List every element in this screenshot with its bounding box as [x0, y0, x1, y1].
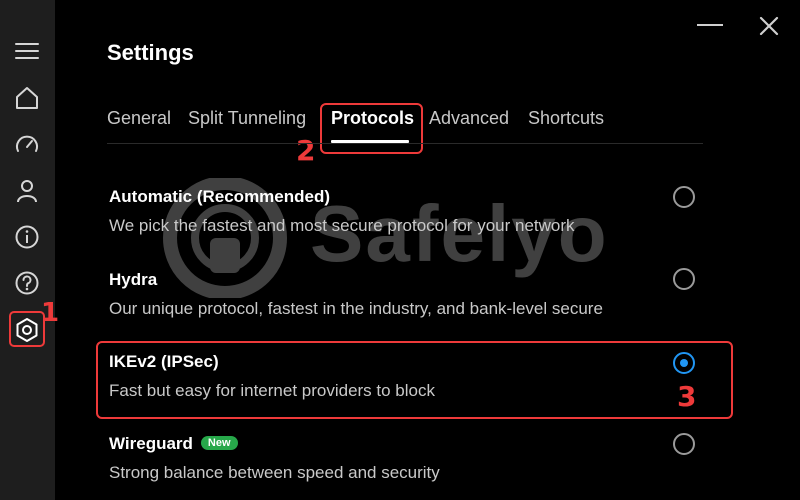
sidebar — [0, 0, 55, 500]
home-icon[interactable] — [12, 83, 42, 113]
info-icon[interactable] — [12, 222, 42, 252]
close-icon — [759, 16, 779, 36]
ikev2-highlight-box — [96, 341, 733, 419]
radio-hydra[interactable] — [673, 268, 695, 290]
radio-automatic[interactable] — [673, 186, 695, 208]
option-wireguard[interactable]: Wireguard New Strong balance between spee… — [109, 434, 709, 483]
option-description: Strong balance between speed and securit… — [109, 463, 440, 482]
tab-split-tunneling[interactable]: Split Tunneling — [188, 108, 306, 129]
option-title: Wireguard New — [109, 434, 709, 454]
option-title: Hydra — [109, 270, 158, 289]
option-description: We pick the fastest and most secure prot… — [109, 216, 575, 235]
option-hydra[interactable]: Hydra Our unique protocol, fastest in th… — [109, 270, 709, 319]
step-2-label: 2 — [296, 134, 316, 167]
menu-icon[interactable] — [12, 36, 42, 66]
help-icon[interactable] — [12, 268, 42, 298]
tab-advanced[interactable]: Advanced — [429, 108, 509, 129]
tabs-divider — [107, 143, 703, 144]
step-1-label: 1 — [41, 298, 60, 328]
radio-wireguard[interactable] — [673, 433, 695, 455]
account-icon[interactable] — [12, 176, 42, 206]
settings-highlight-box — [9, 311, 45, 347]
page-title: Settings — [107, 40, 194, 65]
tab-general[interactable]: General — [107, 108, 171, 129]
option-description: Our unique protocol, fastest in the indu… — [109, 299, 603, 318]
tab-shortcuts[interactable]: Shortcuts — [528, 108, 604, 129]
new-badge: New — [200, 436, 238, 450]
option-title: Automatic (Recommended) — [109, 187, 331, 206]
step-3-label: 3 — [677, 380, 697, 413]
minimize-button[interactable] — [697, 24, 723, 26]
option-title-text: Wireguard — [109, 434, 193, 453]
speed-icon[interactable] — [12, 130, 42, 160]
option-automatic[interactable]: Automatic (Recommended) We pick the fast… — [109, 187, 709, 236]
close-button[interactable] — [758, 15, 780, 37]
protocols-highlight-box — [320, 103, 423, 154]
